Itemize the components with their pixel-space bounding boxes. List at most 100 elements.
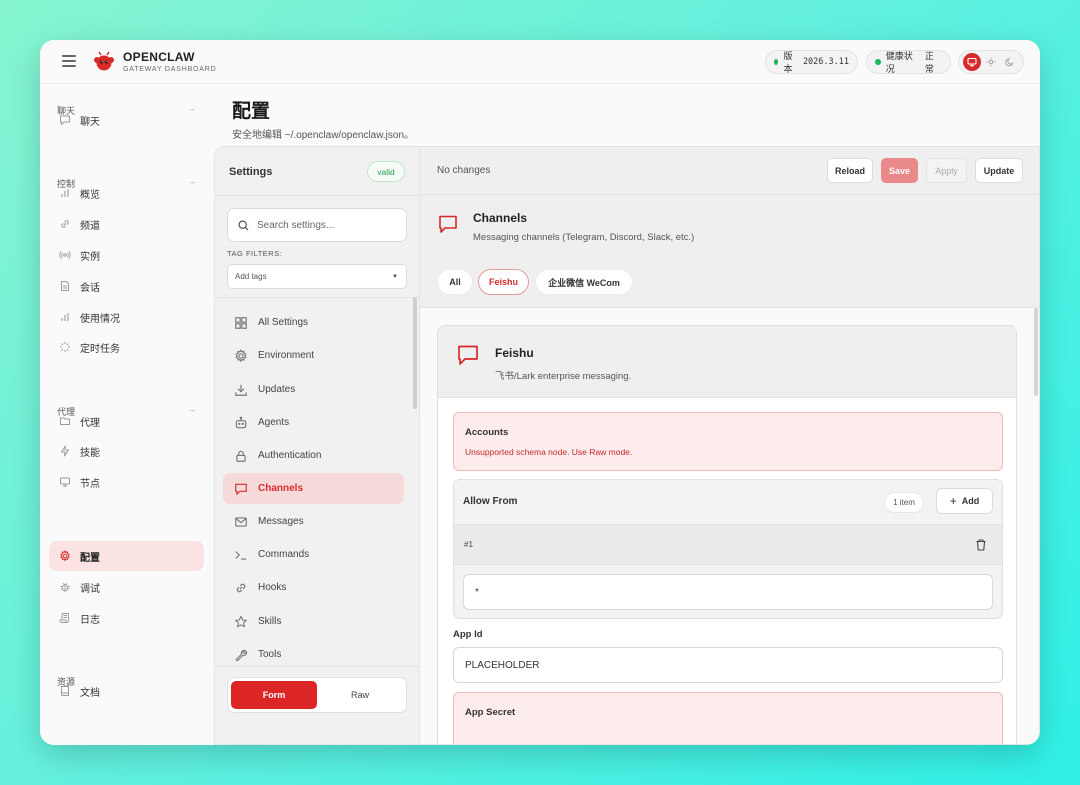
toolbar: No changes Reload Save Apply Update (420, 147, 1039, 195)
page-title: 配置 (232, 101, 271, 122)
scroll-icon (59, 612, 71, 624)
raw-mode-button[interactable]: Raw (317, 681, 403, 709)
search-box (227, 208, 407, 242)
page-subtitle: 安全地编辑 ~/.openclaw/openclaw.json。 (232, 130, 415, 141)
settings-nav-label: All Settings (258, 317, 309, 328)
form-mode-button[interactable]: Form (231, 681, 317, 709)
tag-filters-label: TAG FILTERS: (227, 249, 283, 258)
sidebar-item-nodes[interactable]: 节点 (49, 467, 204, 497)
sidebar-item-label: 配置 (80, 552, 100, 564)
section-header: Channels Messaging channels (Telegram, D… (420, 195, 1039, 259)
settings-nav-agents[interactable]: Agents (223, 407, 404, 438)
nav-scrollbar[interactable] (413, 297, 417, 409)
add-item-button[interactable]: + Add (936, 488, 993, 514)
sidebar-item-logs[interactable]: 日志 (49, 603, 204, 633)
sidebar-item-config[interactable]: 配置 (49, 541, 204, 571)
settings-nav-hooks[interactable]: Hooks (223, 572, 404, 603)
trash-icon[interactable] (974, 538, 988, 552)
sidebar-item-docs[interactable]: 文档 (49, 676, 204, 706)
monitor-icon[interactable] (962, 53, 981, 71)
settings-nav-label: Hooks (258, 582, 287, 593)
sidebar-item-label: 定时任务 (80, 343, 120, 355)
chip-all[interactable]: All (437, 269, 473, 295)
allow-from-input[interactable] (463, 574, 993, 610)
settings-nav-label: Commands (258, 549, 310, 560)
sidebar-item-label: 使用情况 (80, 313, 120, 325)
apply-button[interactable]: Apply (926, 158, 967, 183)
search-input[interactable] (257, 219, 397, 231)
content-scrollbar[interactable] (1034, 308, 1038, 396)
accounts-error-box: Accounts Unsupported schema node. Use Ra… (453, 412, 1003, 471)
brand-title: OPENCLAW (123, 50, 195, 64)
chip-wecom[interactable]: 企业微信 WeCom (535, 269, 633, 295)
settings-nav-updates[interactable]: Updates (223, 374, 404, 405)
grid-icon (234, 316, 248, 330)
settings-nav-skills[interactable]: Skills (223, 606, 404, 637)
sidebar-item-usage[interactable]: 使用情况 (49, 302, 204, 332)
openclaw-logo (94, 51, 114, 71)
settings-nav-environment[interactable]: Environment (223, 340, 404, 371)
card-description: 飞书/Lark enterprise messaging. (495, 371, 632, 382)
link-icon (234, 581, 248, 595)
card-title: Feishu (495, 346, 534, 360)
settings-nav-label: Updates (258, 384, 296, 395)
allow-from-box: Allow From 1 item + Add #1 (453, 479, 1003, 619)
sidebar-item-label: 概览 (80, 189, 100, 201)
status-dot (875, 59, 881, 65)
settings-nav-messages[interactable]: Messages (223, 506, 404, 537)
settings-nav-all-settings[interactable]: All Settings (223, 307, 404, 338)
config-panel: Settings valid TAG FILTERS: Add tags ▼ A… (214, 146, 1040, 745)
health-label: 健康状况 (885, 51, 913, 74)
message-icon (458, 345, 478, 365)
app-secret-label: App Secret (465, 707, 516, 718)
chip-feishu[interactable]: Feishu (478, 269, 529, 295)
lock-icon (234, 449, 248, 463)
settings-nav-label: Environment (258, 350, 315, 361)
sidebar-item-label: 聊天 (80, 116, 100, 128)
settings-title: Settings (229, 166, 273, 178)
content-area: Feishu 飞书/Lark enterprise messaging. Acc… (420, 308, 1039, 744)
health-value: 正常 (924, 51, 934, 74)
message-icon (439, 215, 457, 233)
settings-nav-channels[interactable]: Channels (223, 473, 404, 504)
tag-select[interactable]: Add tags ▼ (227, 264, 407, 289)
sidebar-item-label: 代理 (80, 417, 100, 429)
sidebar-item-instances[interactable]: 实例 (49, 240, 204, 270)
mail-icon (234, 515, 248, 529)
app-id-input[interactable] (453, 647, 1003, 683)
sidebar-item-skills[interactable]: 技能 (49, 436, 204, 466)
monitor-icon (59, 476, 71, 488)
sidebar-item-chat[interactable]: 聊天 (49, 105, 204, 135)
download-icon (234, 383, 248, 397)
settings-nav-authentication[interactable]: Authentication (223, 440, 404, 471)
sidebar-item-debug[interactable]: 调试 (49, 572, 204, 602)
settings-nav-label: Tools (258, 649, 282, 660)
sidebar-item-label: 日志 (80, 614, 100, 626)
sidebar-item-cron[interactable]: 定时任务 (49, 332, 204, 362)
bug-icon (59, 581, 71, 593)
update-button[interactable]: Update (975, 158, 1023, 183)
accounts-error-message: Unsupported schema node. Use Raw mode. (465, 447, 633, 457)
save-button[interactable]: Save (881, 158, 918, 183)
settings-nav-column: Settings valid TAG FILTERS: Add tags ▼ A… (215, 147, 420, 744)
bar-chart-icon (59, 311, 71, 323)
moon-icon[interactable] (1001, 53, 1019, 71)
settings-nav-label: Authentication (258, 450, 322, 461)
accounts-title: Accounts (465, 427, 509, 438)
file-icon (59, 280, 71, 292)
zap-icon (59, 445, 71, 457)
sidebar-item-agents[interactable]: 代理 (49, 406, 204, 436)
reload-button[interactable]: Reload (827, 158, 873, 183)
sun-icon[interactable] (982, 53, 1000, 71)
sidebar-item-overview[interactable]: 概览 (49, 178, 204, 208)
bot-icon (234, 416, 248, 430)
tag-select-placeholder: Add tags (235, 272, 267, 281)
sidebar-item-sessions[interactable]: 会话 (49, 271, 204, 301)
settings-nav-commands[interactable]: Commands (223, 539, 404, 570)
brand-subtitle: GATEWAY DASHBOARD (123, 66, 217, 73)
menu-icon[interactable] (62, 55, 76, 67)
sidebar-item-label: 节点 (80, 478, 100, 490)
mode-toggle: Form Raw (227, 677, 407, 713)
sidebar-item-channels[interactable]: 频道 (49, 209, 204, 239)
message-icon (234, 482, 248, 496)
